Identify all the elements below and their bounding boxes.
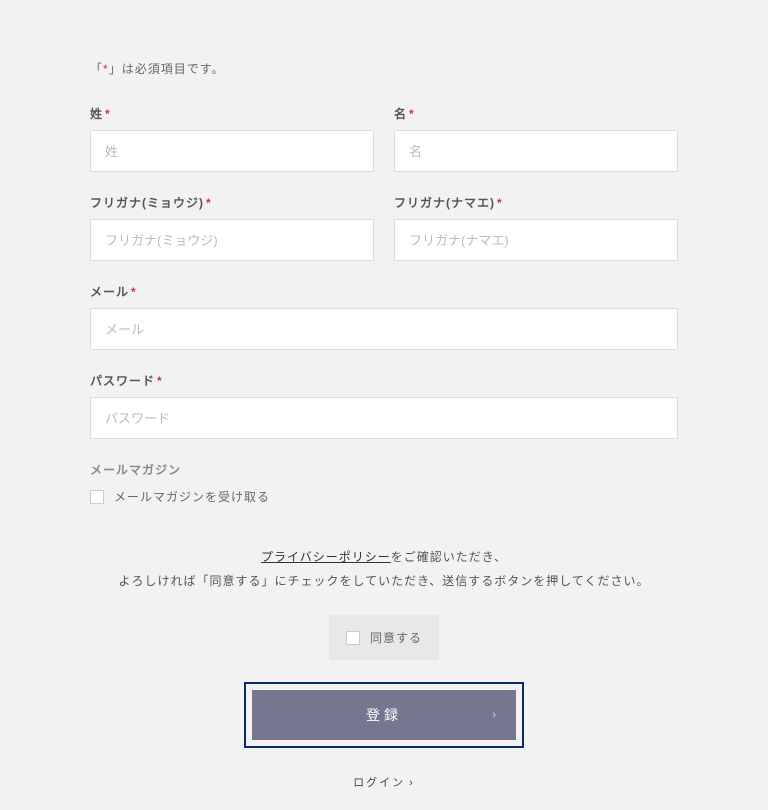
submit-focus-ring: 登録 › [244,682,524,748]
agree-label: 同意する [370,629,422,646]
privacy-policy-link[interactable]: プライバシーポリシー [261,550,391,564]
mail-magazine-checkbox[interactable] [90,490,104,504]
first-name-input[interactable] [394,130,678,172]
furigana-first-input[interactable] [394,219,678,261]
furigana-last-label: フリガナ(ミョウジ)* [90,194,374,211]
password-input[interactable] [90,397,678,439]
email-label: メール* [90,283,678,300]
last-name-input[interactable] [90,130,374,172]
chevron-right-icon: › [409,777,415,789]
agree-box[interactable]: 同意する [329,615,439,660]
policy-text: プライバシーポリシーをご確認いただき、 よろしければ「同意する」にチェックをして… [90,545,678,593]
email-input[interactable] [90,308,678,350]
register-button-label: 登録 [366,705,402,725]
furigana-last-input[interactable] [90,219,374,261]
last-name-label: 姓* [90,105,374,122]
chevron-right-icon: › [492,709,500,721]
login-link[interactable]: ログイン› [90,774,678,790]
required-fields-note: 「*」は必須項目です。 [90,60,678,77]
agree-checkbox[interactable] [346,631,360,645]
register-button[interactable]: 登録 › [252,690,516,740]
password-label: パスワード* [90,372,678,389]
furigana-first-label: フリガナ(ナマエ)* [394,194,678,211]
first-name-label: 名* [394,105,678,122]
mail-magazine-title: メールマガジン [90,461,678,478]
mail-magazine-optin-label: メールマガジンを受け取る [114,488,270,505]
